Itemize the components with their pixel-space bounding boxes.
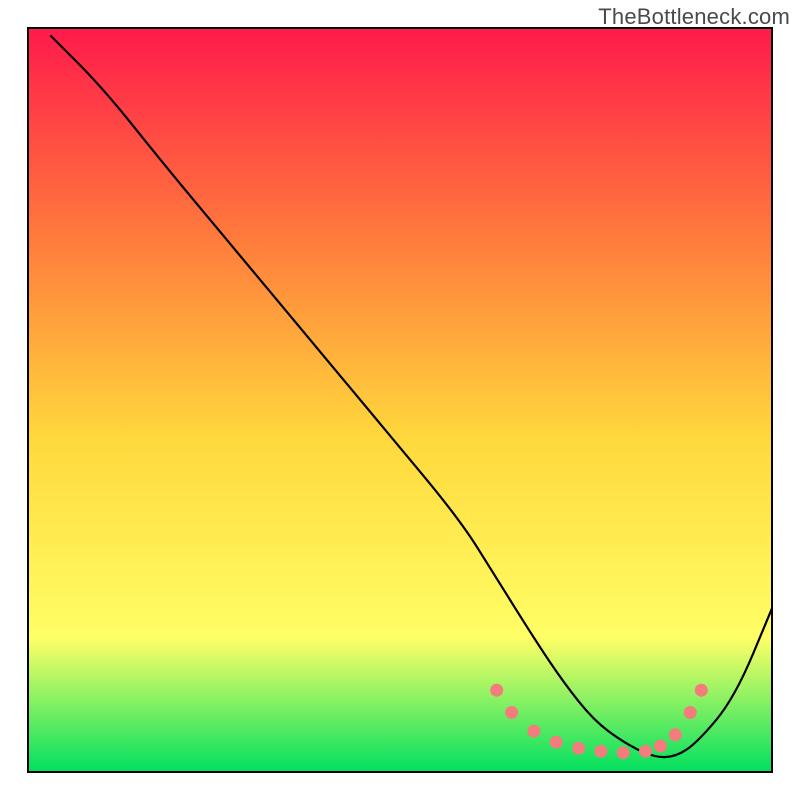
optimal-marker — [594, 745, 607, 758]
optimal-marker — [654, 740, 667, 753]
chart-stage: TheBottleneck.com — [0, 0, 800, 800]
optimal-marker — [550, 736, 563, 749]
optimal-marker — [669, 728, 682, 741]
watermark-text: TheBottleneck.com — [598, 4, 790, 30]
optimal-marker — [695, 684, 708, 697]
optimal-marker — [572, 742, 585, 755]
optimal-marker — [527, 725, 540, 738]
optimal-marker — [617, 746, 630, 759]
optimal-marker — [490, 684, 503, 697]
optimal-marker — [505, 706, 518, 719]
plot-area — [28, 28, 772, 772]
optimal-marker — [684, 706, 697, 719]
bottleneck-chart — [0, 0, 800, 800]
optimal-marker — [639, 745, 652, 758]
